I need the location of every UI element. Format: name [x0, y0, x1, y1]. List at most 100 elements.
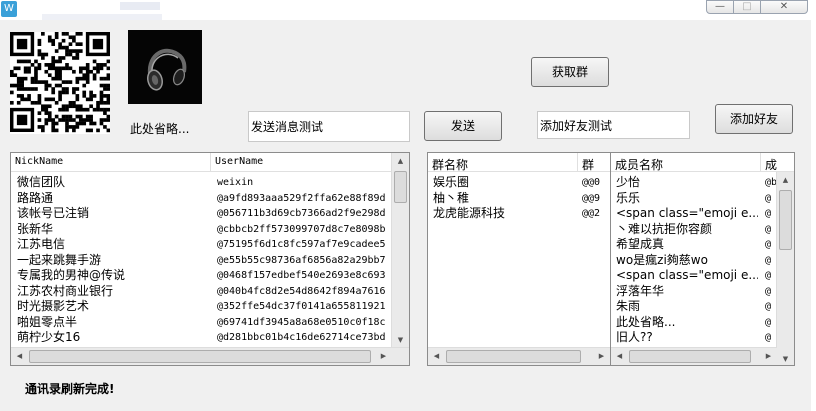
members-vertical-scrollbar[interactable]: ▲ ▼	[776, 172, 794, 365]
members-table[interactable]: 成员名称 成 少怡 @b 乐乐 @ <span class="emoji e... @ 丶难…	[610, 152, 795, 366]
groups-rows: 娱乐圈 @@0 柚丶稚 @@9 龙虎能源科技 @@2	[428, 175, 610, 222]
contacts-vertical-scrollbar[interactable]: ▲ ▼	[391, 153, 409, 349]
scroll-thumb[interactable]	[394, 171, 407, 203]
table-cell: @0468f157edbef540e2693e8c693	[217, 270, 386, 281]
table-cell: 丶难以抗拒你容颜	[616, 221, 713, 236]
table-cell: 此处省略...	[616, 314, 676, 329]
table-cell: 乐乐	[616, 190, 641, 205]
table-row[interactable]: 时光摄影艺术 @352ffe54dc37f0141a655811921	[11, 299, 393, 315]
qr-code-icon	[10, 32, 111, 133]
groups-horizontal-scrollbar[interactable]: ◀ ▶	[428, 347, 610, 365]
table-row[interactable]: 丶难以抗拒你容颜 @	[611, 222, 779, 238]
scroll-thumb[interactable]	[446, 350, 581, 363]
table-cell: 希望成真	[616, 237, 665, 251]
headphones-icon	[128, 30, 202, 104]
contacts-table[interactable]: NickName UserName 微信团队 weixin 路路通 @a9fd893a…	[10, 152, 410, 366]
scroll-left-icon[interactable]: ◀	[428, 348, 445, 365]
scroll-thumb[interactable]	[629, 350, 751, 363]
table-cell: 娱乐圈	[433, 175, 470, 189]
table-cell: @352ffe54dc37f0141a655811921	[217, 301, 386, 312]
table-cell: 江苏农村商业银行	[17, 283, 114, 298]
table-row[interactable]: 啪姐零点半 @69741df3945a8a68e0510c0f18c	[11, 315, 393, 331]
table-cell: 柚丶稚	[433, 190, 470, 205]
table-row[interactable]: 乐乐 @	[611, 191, 779, 207]
table-row[interactable]: wo是瘋zi夠慈wo @	[611, 253, 779, 269]
table-row[interactable]: <span class="emoji e... @	[611, 206, 779, 222]
table-row[interactable]: 娱乐圈 @@0	[428, 175, 610, 191]
message-input[interactable]: 发送消息测试	[248, 111, 410, 142]
table-row[interactable]: <span class="emoji e... @	[611, 268, 779, 284]
column-header-nickname[interactable]: NickName	[11, 153, 211, 172]
send-button[interactable]: 发送	[424, 111, 502, 141]
column-header-group-name[interactable]: 群名称	[428, 153, 578, 172]
table-row[interactable]: 萌柠少女16 @d281bbc01b4c16de62714ce73bd	[11, 330, 393, 346]
table-row[interactable]: 路路通 @a9fd893aaa529f2ffa62e88f89d	[11, 191, 393, 207]
groups-table[interactable]: 群名称 群_ 娱乐圈 @@0 柚丶稚 @@9 龙虎能源科技 @@2 ◀ ▶	[427, 152, 611, 366]
title-bar: W — □ ✕	[0, 0, 816, 20]
close-button[interactable]: ✕	[760, 0, 808, 14]
maximize-button[interactable]: □	[733, 0, 761, 14]
table-cell: @e55b55c98736af6856a82a29bb7	[217, 254, 386, 266]
table-row[interactable]: 一起来跳舞手游 @e55b55c98736af6856a82a29bb7	[11, 253, 393, 269]
members-horizontal-scrollbar[interactable]: ◀ ▶	[611, 347, 777, 365]
table-row[interactable]: 希望成真 @	[611, 237, 779, 253]
status-label: 通讯录刷新完成!	[25, 382, 115, 396]
table-row[interactable]: 龙虎能源科技 @@2	[428, 206, 610, 222]
table-row[interactable]: 该帐号已注销 @056711b3d69cb7366ad2f9e298d	[11, 206, 393, 222]
table-row[interactable]: 柚丶稚 @@9	[428, 191, 610, 207]
table-cell: @040b4fc8d2e54d8642f894a7616	[217, 285, 386, 297]
scroll-right-icon[interactable]: ▶	[760, 348, 777, 365]
table-cell: <span class="emoji e...	[616, 268, 758, 282]
table-cell: 少怡	[616, 175, 641, 189]
get-groups-button[interactable]: 获取群	[531, 57, 609, 87]
scroll-thumb[interactable]	[29, 350, 371, 363]
table-cell: 旧人??	[616, 330, 653, 344]
add-friend-input[interactable]: 添加好友测试	[537, 111, 690, 139]
scroll-up-icon[interactable]: ▲	[777, 172, 794, 189]
table-cell: 专属我的男神@传说	[17, 268, 126, 282]
scroll-right-icon[interactable]: ▶	[593, 348, 610, 365]
column-header-member-name[interactable]: 成员名称	[611, 153, 761, 172]
table-row[interactable]: 朱雨 @	[611, 299, 779, 315]
table-cell: 一起来跳舞手游	[17, 252, 102, 267]
table-cell: 萌柠少女16	[17, 330, 81, 344]
table-cell: <span class="emoji e...	[616, 206, 758, 220]
contacts-horizontal-scrollbar[interactable]: ◀ ▶	[11, 347, 409, 365]
table-cell: @a9fd893aaa529f2ffa62e88f89d	[217, 192, 386, 204]
minimize-button[interactable]: —	[706, 0, 734, 14]
table-cell: 啪姐零点半	[17, 314, 78, 329]
column-header-username[interactable]: UserName	[211, 153, 394, 172]
table-row[interactable]: 旧人?? @	[611, 330, 779, 346]
table-cell: 该帐号已注销	[17, 206, 90, 220]
table-cell: @d281bbc01b4c16de62714ce73bd	[217, 332, 386, 343]
scroll-left-icon[interactable]: ◀	[11, 348, 28, 365]
window-edge	[811, 20, 816, 411]
add-friend-button[interactable]: 添加好友	[715, 104, 793, 134]
scroll-right-icon[interactable]: ▶	[375, 348, 392, 365]
table-row[interactable]: 微信团队 weixin	[11, 175, 393, 191]
scroll-down-icon[interactable]: ▼	[777, 351, 794, 365]
table-cell: 江苏电信	[17, 237, 66, 251]
table-row[interactable]: 少怡 @b	[611, 175, 779, 191]
table-cell: @056711b3d69cb7366ad2f9e298d	[217, 208, 386, 219]
contacts-rows: 微信团队 weixin 路路通 @a9fd893aaa529f2ffa62e88f89…	[11, 175, 393, 346]
scroll-left-icon[interactable]: ◀	[611, 348, 628, 365]
table-row[interactable]: 专属我的男神@传说 @0468f157edbef540e2693e8c693	[11, 268, 393, 284]
title-bar-ghost	[42, 14, 162, 20]
column-header-group-id[interactable]: 群_	[578, 153, 610, 172]
table-row[interactable]: 江苏农村商业银行 @040b4fc8d2e54d8642f894a7616	[11, 284, 393, 300]
title-bar-ghost	[120, 2, 160, 10]
table-cell: wo是瘋zi夠慈wo	[616, 252, 708, 267]
column-header-member-id[interactable]: 成	[761, 153, 794, 172]
table-cell: 路路通	[17, 190, 54, 205]
scroll-thumb[interactable]	[779, 190, 792, 250]
table-cell: @@9	[582, 192, 601, 204]
table-cell: @75195f6d1c8fc597af7e9cadee5	[217, 239, 386, 250]
table-row[interactable]: 江苏电信 @75195f6d1c8fc597af7e9cadee5	[11, 237, 393, 253]
table-cell: @@2	[582, 208, 601, 219]
table-row[interactable]: 浮落年华 @	[611, 284, 779, 300]
table-row[interactable]: 此处省略... @	[611, 315, 779, 331]
table-cell: @@0	[582, 177, 601, 188]
table-row[interactable]: 张新华 @cbbcb2ff573099707d8c7e8098b	[11, 222, 393, 238]
scroll-up-icon[interactable]: ▲	[392, 153, 409, 170]
